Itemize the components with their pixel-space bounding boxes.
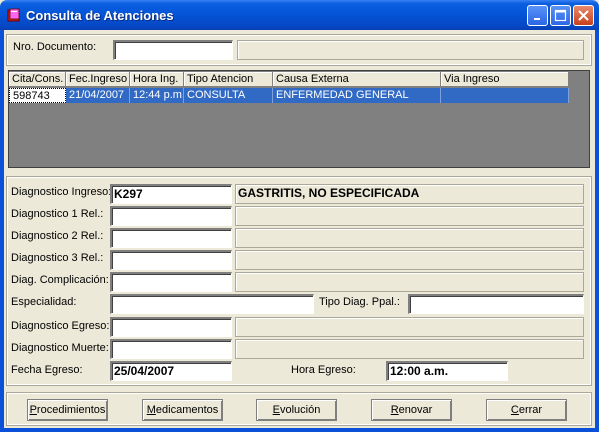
tipo-diag-input[interactable]: [408, 294, 584, 314]
diag-ingreso-label: Diagnostico Ingreso:: [11, 186, 112, 198]
diag-2-label: Diagnostico 2 Rel.:: [11, 230, 104, 242]
especialidad-input[interactable]: [110, 294, 314, 314]
fecha-egreso-label: Fecha Egreso:: [11, 364, 83, 376]
hora-egreso-input[interactable]: 12:00 a.m.: [386, 361, 508, 381]
evolucion-label: volución: [279, 404, 321, 416]
col-header-via-ingreso[interactable]: Via Ingreso: [441, 72, 569, 87]
maximize-button[interactable]: [550, 5, 571, 26]
col-header-hora-ing[interactable]: Hora Ing.: [130, 72, 184, 87]
cerrar-mnemonic: C: [510, 404, 519, 416]
document-input[interactable]: [113, 40, 233, 60]
cell-causa-externa[interactable]: ENFERMEDAD GENERAL: [273, 88, 441, 103]
cerrar-button[interactable]: Cerrar: [486, 399, 567, 421]
col-header-fec-ingreso[interactable]: Fec.Ingreso: [66, 72, 130, 87]
cerrar-label: errar: [518, 404, 543, 416]
cell-tipo-atencion[interactable]: CONSULTA: [184, 88, 273, 103]
medicamentos-label: edicamentos: [155, 404, 219, 416]
col-header-cita[interactable]: Cita/Cons.: [9, 72, 66, 87]
diag-3-desc-field: [235, 250, 584, 270]
col-header-tipo-atencion[interactable]: Tipo Atencion: [184, 72, 273, 87]
diag-muerte-code-input[interactable]: [110, 339, 232, 359]
renovar-mnemonic: R: [390, 404, 399, 416]
close-button[interactable]: [573, 5, 594, 26]
renovar-label: enovar: [398, 404, 433, 416]
cell-cita[interactable]: 598743: [9, 88, 66, 103]
evolucion-mnemonic: E: [272, 404, 280, 416]
especialidad-label: Especialidad:: [11, 296, 77, 308]
diag-1-desc-field: [235, 206, 584, 226]
diag-egreso-code-input[interactable]: [110, 317, 232, 337]
hora-egreso-label: Hora Egreso:: [291, 364, 356, 376]
procedimientos-label: rocedimientos: [36, 404, 106, 416]
diag-1-code-input[interactable]: [110, 206, 232, 226]
minimize-button[interactable]: [527, 5, 548, 26]
diag-egreso-label: Diagnostico Egreso:: [11, 320, 110, 332]
fecha-egreso-input[interactable]: 25/04/2007: [110, 361, 232, 381]
close-icon: [578, 10, 589, 21]
patient-name-field: [237, 40, 584, 60]
diag-muerte-label: Diagnostico Muerte:: [11, 342, 109, 354]
diag-2-code-input[interactable]: [110, 228, 232, 248]
diag-3-code-input[interactable]: [110, 250, 232, 270]
title-bar[interactable]: Consulta de Atenciones: [0, 0, 599, 30]
app-book-icon: [7, 8, 20, 22]
diag-comp-label: Diag. Complicación:: [11, 274, 109, 286]
renovar-button[interactable]: Renovar: [371, 399, 452, 421]
medicamentos-button[interactable]: Medicamentos: [142, 399, 223, 421]
evolucion-button[interactable]: Evolución: [256, 399, 337, 421]
medicamentos-mnemonic: M: [146, 404, 156, 416]
diag-ingreso-code-input[interactable]: K297: [110, 184, 232, 204]
diag-3-label: Diagnostico 3 Rel.:: [11, 252, 104, 264]
col-header-causa-externa[interactable]: Causa Externa: [273, 72, 441, 87]
diag-comp-code-input[interactable]: [110, 272, 232, 292]
window-title: Consulta de Atenciones: [26, 8, 174, 23]
diag-ingreso-desc-field: GASTRITIS, NO ESPECIFICADA: [235, 184, 584, 204]
cell-fec-ingreso[interactable]: 21/04/2007: [66, 88, 130, 103]
diag-comp-desc-field: [235, 272, 584, 292]
cell-via-ingreso[interactable]: [441, 88, 569, 103]
diag-muerte-desc-field: [235, 339, 584, 359]
cell-hora-ing[interactable]: 12:44 p.m.: [130, 88, 184, 103]
diag-2-desc-field: [235, 228, 584, 248]
tipo-diag-label: Tipo Diag. Ppal.:: [319, 296, 400, 308]
diag-1-label: Diagnostico 1 Rel.:: [11, 208, 104, 220]
procedimientos-button[interactable]: Procedimientos: [27, 399, 108, 421]
minimize-icon: [534, 18, 540, 20]
procedimientos-mnemonic: P: [29, 404, 37, 416]
document-label: Nro. Documento:: [13, 41, 97, 53]
diag-egreso-desc-field: [235, 317, 584, 337]
maximize-icon: [554, 9, 567, 22]
